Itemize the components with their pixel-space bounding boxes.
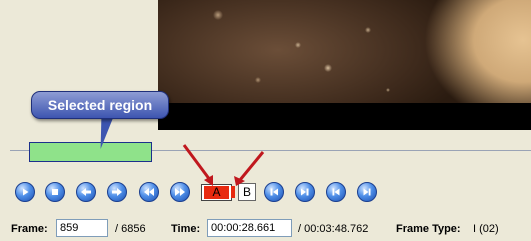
annotation-arrows [182,144,265,186]
frame-type-value: I (02) [473,223,499,235]
next-keyframe-icon [301,188,309,196]
selected-region[interactable] [29,142,152,162]
prev-frame-button[interactable] [76,182,96,202]
frame-label: Frame: [11,223,48,235]
rewind-icon [144,188,154,196]
frame-total: / 6856 [115,223,146,235]
go-end-icon [363,188,371,196]
callout-label: Selected region [31,91,169,119]
arrow-right-icon [112,188,122,196]
play-button[interactable] [15,182,35,202]
play-icon [23,188,29,196]
video-frame-image [158,0,531,103]
time-field[interactable]: 00:00:28.661 [207,219,292,237]
next-frame-button[interactable] [107,182,127,202]
arrow-left-icon [81,188,91,196]
next-keyframe-button[interactable] [295,182,315,202]
rewind-button[interactable] [139,182,159,202]
go-start-icon [332,188,340,196]
stop-button[interactable] [45,182,65,202]
go-start-button[interactable] [326,182,346,202]
stop-icon [52,189,58,195]
frame-field[interactable]: 859 [56,219,108,237]
time-label: Time: [171,223,201,235]
video-preview [158,0,531,130]
go-end-button[interactable] [357,182,377,202]
time-total: / 00:03:48.762 [298,223,369,235]
frame-type-label: Frame Type: [396,223,461,235]
